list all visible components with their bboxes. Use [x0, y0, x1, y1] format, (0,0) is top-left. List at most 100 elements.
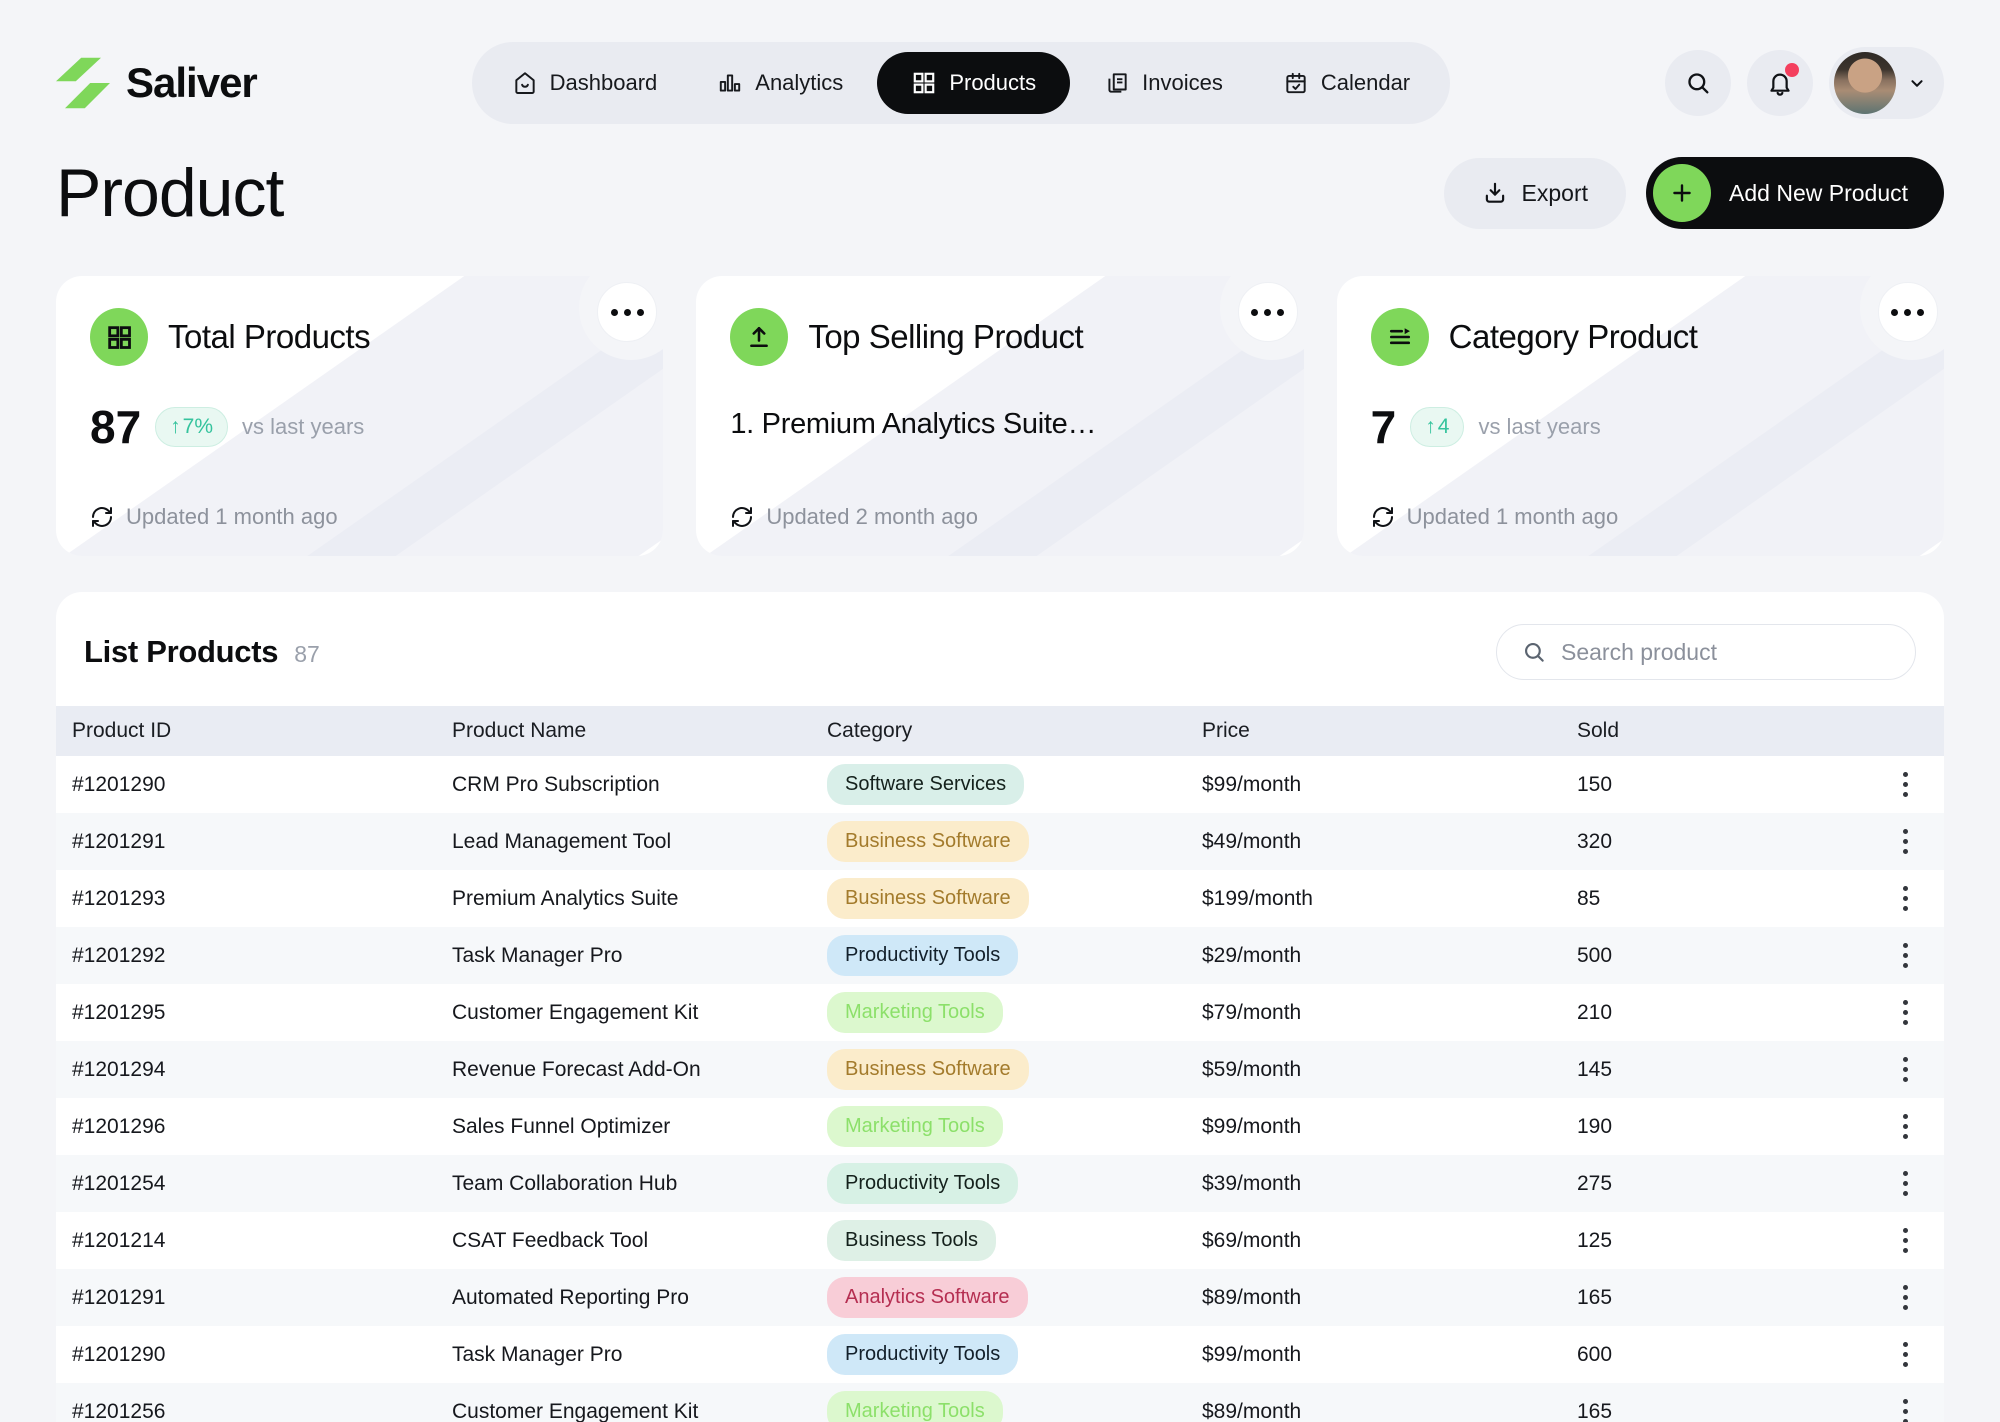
cell-price: $69/month: [1202, 1229, 1577, 1253]
arrow-up-icon: ↑: [170, 415, 181, 439]
page-head: Product Export Add New Product: [0, 124, 2000, 232]
category-badge: Productivity Tools: [827, 935, 1018, 976]
cell-sold: 190: [1577, 1115, 1877, 1139]
table-row: #1201254 Team Collaboration Hub Producti…: [56, 1155, 1944, 1212]
updated-label: Updated 2 month ago: [766, 504, 978, 530]
card-menu-button[interactable]: [597, 282, 657, 342]
cell-price: $89/month: [1202, 1286, 1577, 1310]
nav-item-invoices[interactable]: Invoices: [1078, 54, 1249, 112]
cell-sold: 85: [1577, 887, 1877, 911]
export-button[interactable]: Export: [1444, 158, 1626, 229]
row-menu-button[interactable]: [1897, 937, 1914, 974]
category-badge: Productivity Tools: [827, 1163, 1018, 1204]
row-menu-button[interactable]: [1897, 1336, 1914, 1373]
product-table-card: List Products 87 Product ID Product Name…: [56, 592, 1944, 1422]
cell-price: $89/month: [1202, 1400, 1577, 1422]
row-menu-button[interactable]: [1897, 1279, 1914, 1316]
card-value: 87: [90, 400, 141, 454]
page-actions: Export Add New Product: [1444, 157, 1944, 229]
row-menu-button[interactable]: [1897, 880, 1914, 917]
export-label: Export: [1522, 180, 1588, 207]
cell-id: #1201296: [72, 1115, 452, 1139]
col-price: Price: [1202, 719, 1577, 743]
cell-price: $99/month: [1202, 1115, 1577, 1139]
cell-price: $99/month: [1202, 773, 1577, 797]
row-menu-button[interactable]: [1897, 1051, 1914, 1088]
refresh-icon: [730, 505, 754, 529]
cell-id: #1201293: [72, 887, 452, 911]
nav-item-analytics[interactable]: Analytics: [691, 54, 869, 112]
category-badge: Analytics Software: [827, 1277, 1028, 1318]
avatar: [1834, 52, 1896, 114]
cell-sold: 150: [1577, 773, 1877, 797]
cell-sold: 125: [1577, 1229, 1877, 1253]
row-menu-button[interactable]: [1897, 766, 1914, 803]
row-menu-button[interactable]: [1897, 1222, 1914, 1259]
bar-chart-icon: [717, 70, 743, 96]
notifications-button[interactable]: [1747, 50, 1813, 116]
invoice-icon: [1104, 70, 1130, 96]
table-header-row: Product ID Product Name Category Price S…: [56, 706, 1944, 756]
row-menu-button[interactable]: [1897, 823, 1914, 860]
nav-item-calendar[interactable]: Calendar: [1257, 54, 1436, 112]
delta-value: 7%: [183, 415, 213, 439]
row-menu-button[interactable]: [1897, 994, 1914, 1031]
cell-sold: 165: [1577, 1400, 1877, 1422]
category-badge: Marketing Tools: [827, 1106, 1003, 1147]
cell-sold: 210: [1577, 1001, 1877, 1025]
cell-sold: 600: [1577, 1343, 1877, 1367]
card-menu-button[interactable]: [1238, 282, 1298, 342]
card-updated: Updated 1 month ago: [90, 504, 338, 530]
search-button[interactable]: [1665, 50, 1731, 116]
table-row: #1201292 Task Manager Pro Productivity T…: [56, 927, 1944, 984]
cell-price: $39/month: [1202, 1172, 1577, 1196]
card-title: Total Products: [168, 318, 370, 356]
row-menu-button[interactable]: [1897, 1393, 1914, 1422]
card-top-selling: Top Selling Product 1. Premium Analytics…: [696, 276, 1303, 556]
cell-price: $79/month: [1202, 1001, 1577, 1025]
card-menu-button[interactable]: [1878, 282, 1938, 342]
card-total-products: Total Products 87 ↑7% vs last years Upda…: [56, 276, 663, 556]
nav-label: Products: [949, 70, 1036, 96]
cell-name: Sales Funnel Optimizer: [452, 1115, 827, 1139]
stat-cards: Total Products 87 ↑7% vs last years Upda…: [0, 232, 2000, 556]
cell-sold: 500: [1577, 944, 1877, 968]
cell-name: Task Manager Pro: [452, 1343, 827, 1367]
search-icon: [1684, 69, 1712, 97]
delta-badge: ↑7%: [155, 407, 228, 447]
top-actions: [1665, 47, 1944, 119]
grid-icon: [90, 308, 148, 366]
card-title: Top Selling Product: [808, 318, 1083, 356]
calendar-icon: [1283, 70, 1309, 96]
search-product-input[interactable]: [1561, 639, 1891, 666]
cell-id: #1201291: [72, 830, 452, 854]
table-row: #1201290 CRM Pro Subscription Software S…: [56, 756, 1944, 813]
category-badge: Marketing Tools: [827, 992, 1003, 1033]
cell-id: #1201256: [72, 1400, 452, 1422]
nav-label: Analytics: [755, 70, 843, 96]
row-menu-button[interactable]: [1897, 1165, 1914, 1202]
user-menu[interactable]: [1829, 47, 1944, 119]
updated-label: Updated 1 month ago: [126, 504, 338, 530]
arrow-up-icon: ↑: [1425, 415, 1436, 439]
table-row: #1201296 Sales Funnel Optimizer Marketin…: [56, 1098, 1944, 1155]
refresh-icon: [1371, 505, 1395, 529]
cell-id: #1201294: [72, 1058, 452, 1082]
nav-item-dashboard[interactable]: Dashboard: [486, 54, 684, 112]
category-badge: Productivity Tools: [827, 1334, 1018, 1375]
updated-label: Updated 1 month ago: [1407, 504, 1619, 530]
row-menu-button[interactable]: [1897, 1108, 1914, 1145]
search-icon: [1521, 639, 1547, 665]
home-icon: [512, 70, 538, 96]
nav-label: Dashboard: [550, 70, 658, 96]
table-row: #1201214 CSAT Feedback Tool Business Too…: [56, 1212, 1944, 1269]
cell-name: Automated Reporting Pro: [452, 1286, 827, 1310]
notification-dot: [1785, 63, 1799, 77]
table-search: [1496, 624, 1916, 680]
delta-value: 4: [1438, 415, 1450, 439]
grid-icon: [911, 70, 937, 96]
add-new-product-button[interactable]: Add New Product: [1646, 157, 1944, 229]
list-arrow-icon: [1371, 308, 1429, 366]
cell-sold: 145: [1577, 1058, 1877, 1082]
nav-item-products[interactable]: Products: [877, 52, 1070, 114]
